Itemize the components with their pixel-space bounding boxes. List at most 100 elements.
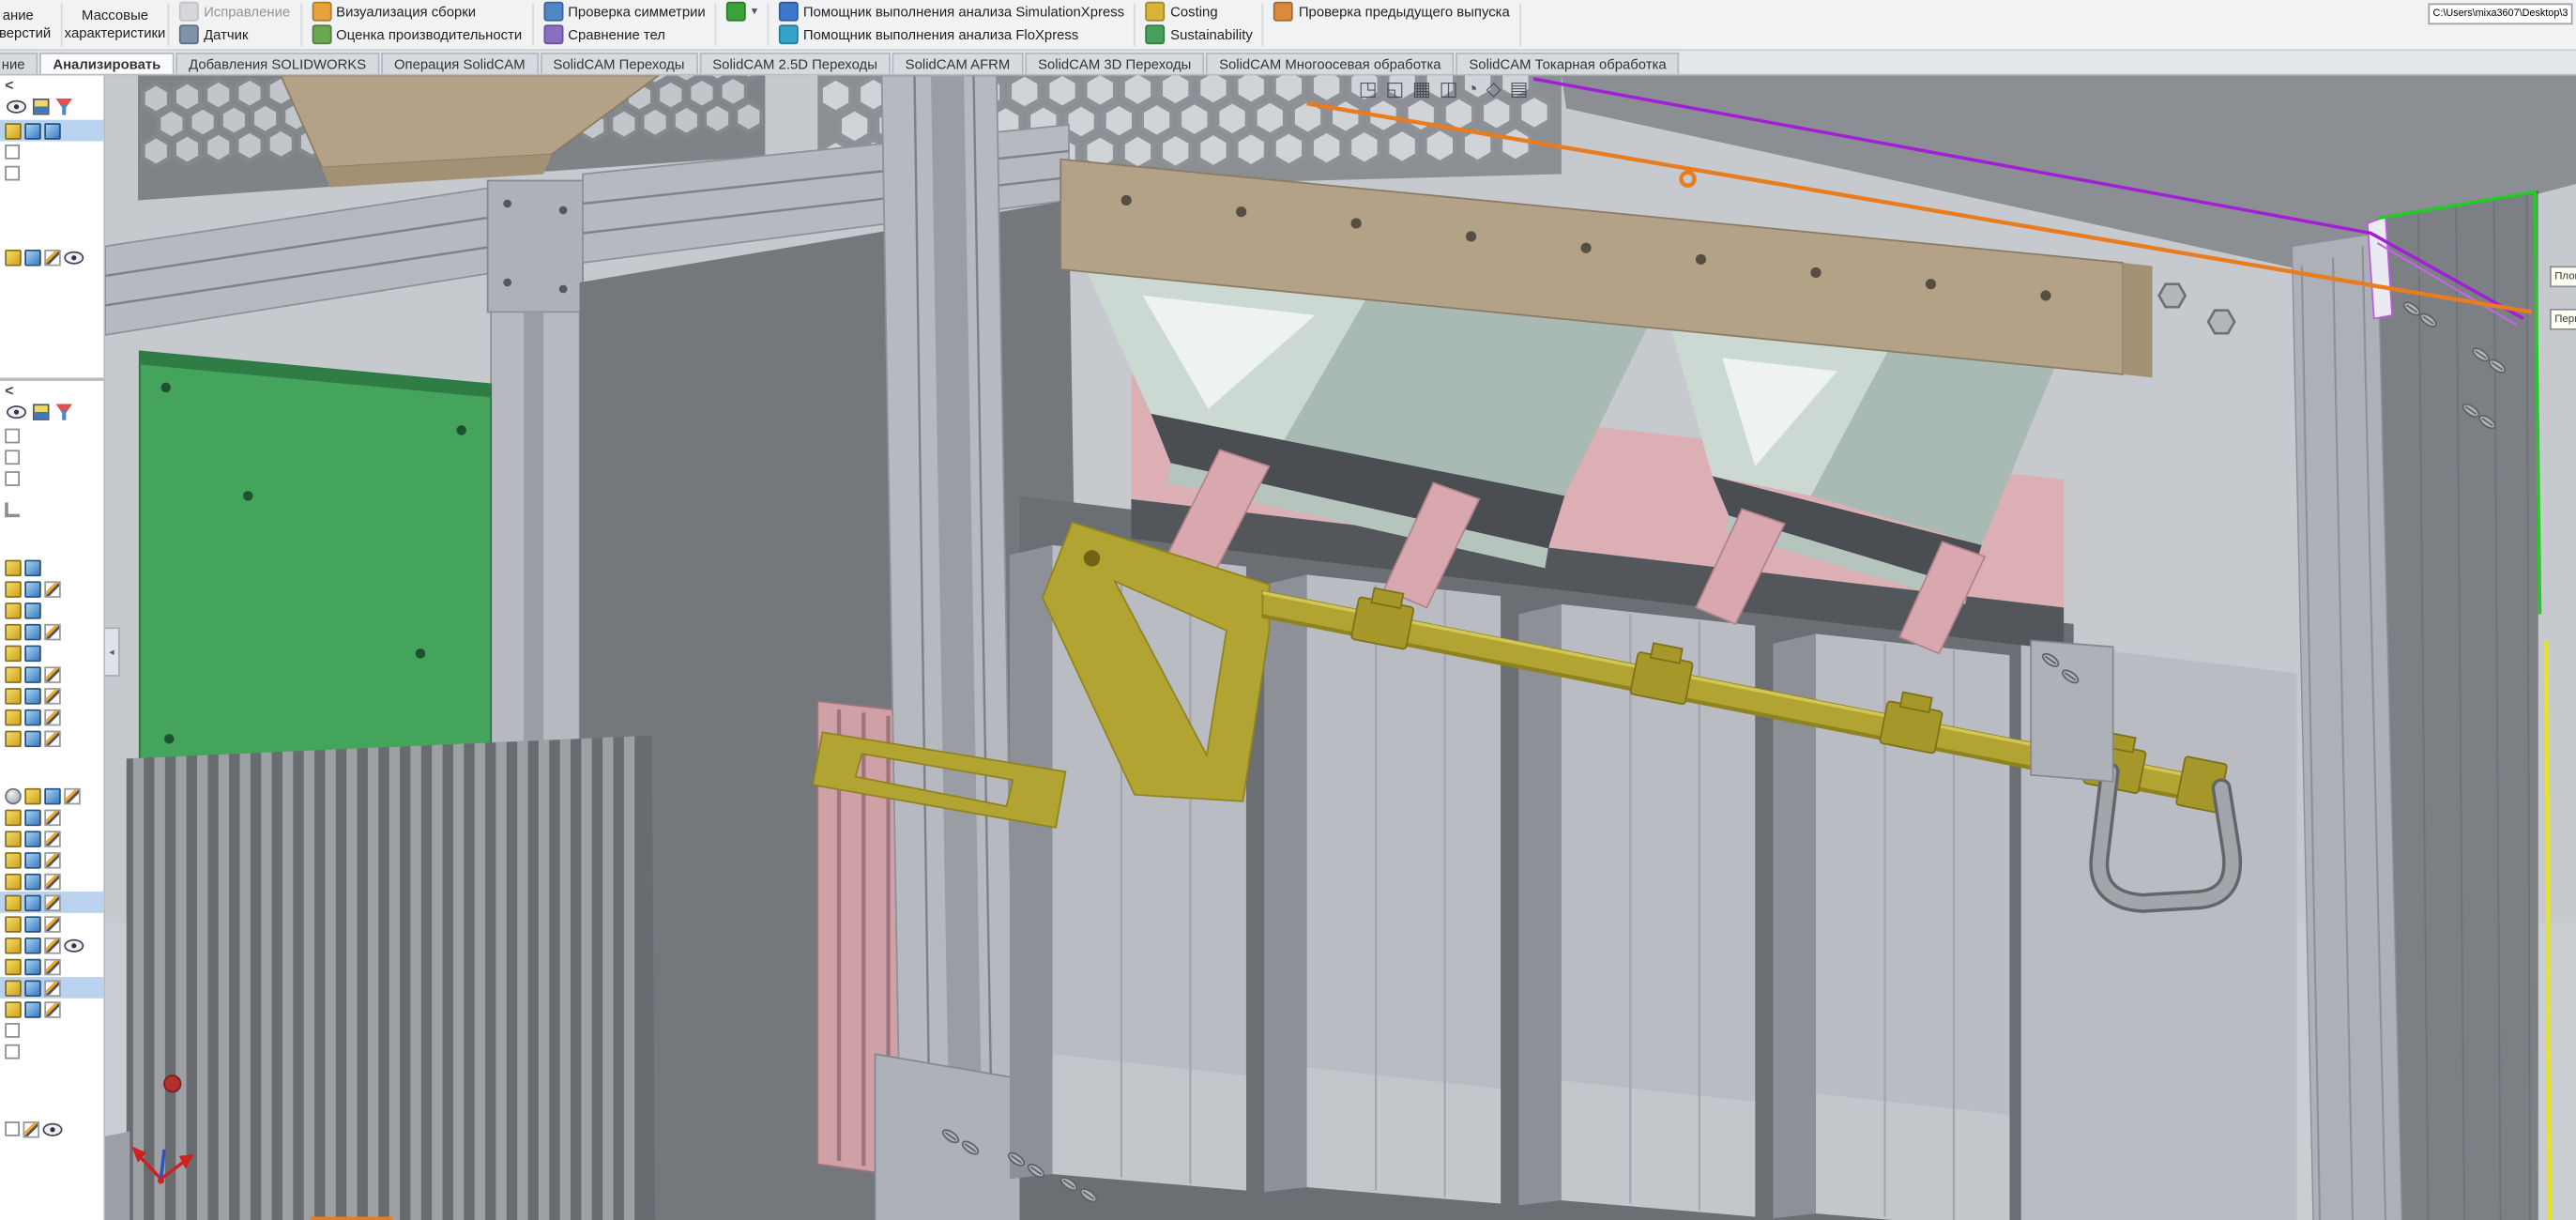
component-icon — [24, 122, 41, 138]
part-icon — [5, 958, 22, 974]
previous-release-check-button[interactable]: Проверка предыдущего выпуска — [1266, 0, 1518, 23]
tree-row[interactable] — [0, 499, 103, 521]
eye-icon[interactable] — [7, 100, 26, 114]
sensor-button[interactable]: Датчик — [171, 23, 298, 45]
tree-row[interactable] — [0, 870, 103, 892]
sustainability-button[interactable]: Sustainability — [1137, 23, 1260, 45]
panel-splitter-handle[interactable]: ◂ — [105, 627, 120, 676]
repair-button[interactable]: Исправление — [171, 0, 298, 23]
filter-icon[interactable] — [56, 404, 73, 419]
scene-icon[interactable]: ▤ — [1510, 77, 1529, 99]
compare-bodies-button[interactable]: Сравнение тел — [535, 23, 713, 45]
part-icon — [5, 122, 22, 138]
tree-row[interactable] — [0, 892, 103, 913]
component-icon — [24, 581, 41, 597]
display-pane-icon[interactable] — [33, 99, 50, 114]
part-icon — [5, 665, 22, 681]
flow-tools-button[interactable]: ▾ — [719, 0, 766, 23]
sensor-icon — [179, 24, 199, 44]
sketch-icon — [44, 709, 61, 724]
tab-solidworks-addins[interactable]: Добавления SOLIDWORKS — [175, 53, 379, 74]
pcb-board[interactable] — [140, 351, 491, 811]
hole-alignment-button[interactable]: аниеотверстий — [0, 0, 59, 49]
tree-row[interactable] — [0, 1119, 103, 1140]
part-icon — [5, 830, 22, 846]
tab-solidcam-turning[interactable]: SolidCAM Токарная обработка — [1456, 53, 1679, 74]
section-view-icon[interactable]: ◱ — [1385, 77, 1404, 99]
tree-collapse-button[interactable]: < — [0, 381, 103, 401]
tab-solidcam-multiaxis[interactable]: SolidCAM Многоосевая обработка — [1206, 53, 1455, 74]
tree-row[interactable] — [0, 685, 103, 707]
display-pane-icon[interactable] — [33, 404, 50, 419]
filter-icon[interactable] — [56, 99, 73, 114]
viewport-3d[interactable]: ◳◱▦◫◔◇▤ ◂ Площ Пери — [105, 75, 2576, 1220]
feature-icon — [5, 1045, 20, 1060]
appearances-icon[interactable]: ◇ — [1486, 77, 1501, 99]
tree-row[interactable] — [0, 620, 103, 642]
tree-row[interactable] — [0, 955, 103, 977]
sketch-icon — [44, 937, 61, 953]
floxpress-label: Помощник выполнения анализа FloXpress — [803, 26, 1078, 42]
document-path-input[interactable] — [2428, 3, 2572, 24]
tab-solidcam-transitions[interactable]: SolidCAM Переходы — [540, 53, 697, 74]
tree-row[interactable] — [0, 120, 103, 142]
tree-row[interactable] — [0, 642, 103, 663]
tree-row[interactable] — [0, 578, 103, 600]
sketch-icon — [44, 873, 61, 889]
part-icon — [5, 709, 22, 724]
component-icon — [24, 730, 41, 746]
costing-button[interactable]: Costing — [1137, 0, 1260, 23]
tree-row[interactable] — [0, 727, 103, 749]
part-icon — [24, 787, 41, 803]
view-orientation-icon[interactable]: ▦ — [1412, 77, 1431, 99]
floxpress-icon — [779, 24, 799, 44]
part-icon — [5, 645, 22, 661]
component-icon — [24, 809, 41, 825]
tree-row[interactable] — [0, 663, 103, 685]
tree-row[interactable] — [0, 600, 103, 621]
tree-row[interactable] — [0, 977, 103, 999]
tree-row[interactable] — [0, 425, 103, 447]
zoom-fit-icon[interactable]: ◳ — [1359, 77, 1378, 99]
component-icon — [24, 645, 41, 661]
tree-row[interactable] — [0, 935, 103, 956]
tree-row[interactable] — [0, 468, 103, 490]
component-icon — [44, 122, 61, 138]
tree-row[interactable] — [0, 162, 103, 184]
tree-row[interactable] — [0, 557, 103, 578]
performance-evaluation-button[interactable]: Оценка производительности — [303, 23, 530, 45]
tree-row[interactable] — [0, 999, 103, 1020]
tree-row[interactable] — [0, 828, 103, 849]
simulationxpress-button[interactable]: Помощник выполнения анализа SimulationXp… — [770, 0, 1133, 23]
tab-solidcam-25d[interactable]: SolidCAM 2.5D Переходы — [699, 53, 891, 74]
tab-analyze[interactable]: Анализировать — [39, 53, 174, 74]
tab-solidcam-3d[interactable]: SolidCAM 3D Переходы — [1025, 53, 1204, 74]
tab-solidcam-operation[interactable]: Операция SolidCAM — [381, 53, 539, 74]
feature-icon — [5, 429, 20, 444]
tab-solidcam-afrm[interactable]: SolidCAM AFRM — [892, 53, 1024, 74]
heatsink-array[interactable] — [127, 736, 655, 1220]
tree-row[interactable] — [0, 913, 103, 935]
mass-properties-button[interactable]: Массовыехарактеристики — [64, 0, 166, 49]
tree-row[interactable] — [0, 246, 103, 267]
tree-collapse-button[interactable]: < — [0, 75, 103, 95]
hide-show-icon[interactable]: ◔ — [1466, 77, 1478, 99]
floxpress-button[interactable]: Помощник выполнения анализа FloXpress — [770, 23, 1133, 45]
chevron-down-icon: ▾ — [752, 5, 757, 18]
display-style-icon[interactable]: ◫ — [1440, 77, 1458, 99]
tree-row[interactable] — [0, 141, 103, 162]
tree-row[interactable] — [0, 849, 103, 871]
tab-partial[interactable]: ние — [0, 53, 38, 74]
eye-icon[interactable] — [7, 405, 26, 419]
tree-row[interactable] — [0, 447, 103, 468]
component-icon — [24, 665, 41, 681]
tree-row[interactable] — [0, 706, 103, 727]
tree-row[interactable] — [0, 785, 103, 806]
tree-row[interactable] — [0, 806, 103, 828]
3d-model-canvas[interactable] — [105, 75, 2576, 1220]
bottom-left-beam[interactable] — [105, 1132, 130, 1220]
symmetry-check-button[interactable]: Проверка симметрии — [535, 0, 713, 23]
tree-row[interactable] — [0, 1041, 103, 1062]
tree-row[interactable] — [0, 1020, 103, 1042]
assembly-visualization-button[interactable]: Визуализация сборки — [303, 0, 530, 23]
